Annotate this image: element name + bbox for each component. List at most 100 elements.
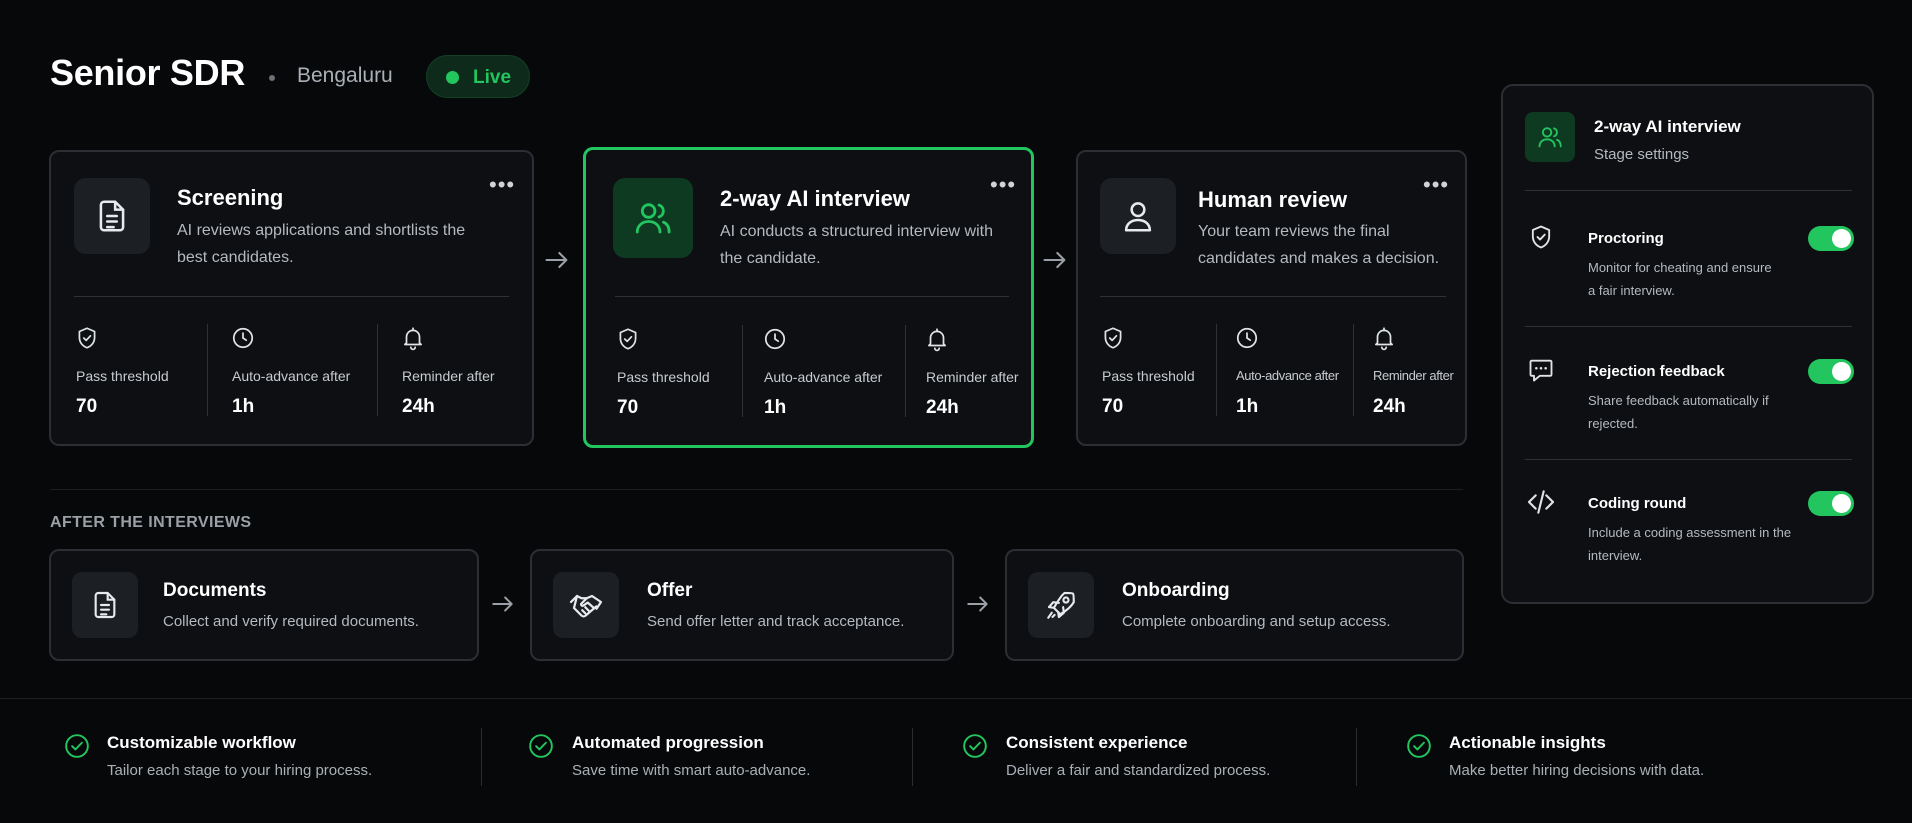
users-icon (1536, 123, 1564, 151)
toggle-knob (1832, 494, 1851, 513)
stage-more-menu-icon[interactable]: ••• (489, 174, 515, 196)
panel-icon-box (1525, 112, 1575, 162)
arrow-right-icon (543, 246, 571, 274)
stage-divider (1100, 296, 1446, 297)
stage-more-menu-icon[interactable]: ••• (990, 174, 1016, 196)
setting-title: Proctoring (1588, 230, 1664, 247)
bell-icon (924, 326, 950, 352)
metric-value: 24h (402, 396, 435, 417)
metric-value: 70 (1102, 396, 1124, 417)
metric-label: Auto-advance after (764, 369, 883, 385)
message-icon (1527, 356, 1555, 384)
document-icon (93, 197, 131, 235)
check-circle-icon (528, 733, 554, 759)
stage-divider (615, 296, 1009, 297)
check-circle-icon (962, 733, 988, 759)
bell-icon (400, 325, 426, 351)
rejection-feedback-toggle[interactable] (1808, 359, 1854, 384)
step-card-offer[interactable]: Offer Send offer letter and track accept… (530, 549, 954, 661)
stage-description: Your team reviews the final candidates a… (1198, 223, 1440, 267)
benefit-description: Make better hiring decisions with data. (1449, 762, 1705, 779)
clock-icon (762, 326, 788, 352)
coding-round-toggle[interactable] (1808, 491, 1854, 516)
step-card-documents[interactable]: Documents Collect and verify required do… (49, 549, 479, 661)
section-divider (50, 489, 1463, 490)
metric-label: Auto-advance after (1236, 368, 1339, 383)
stage-icon-box (613, 178, 693, 258)
stage-divider (74, 296, 509, 297)
metric-divider (905, 325, 906, 417)
step-title: Offer (647, 580, 693, 601)
shield-check-icon (74, 325, 100, 351)
step-icon-box (553, 572, 619, 638)
metric-value: 1h (764, 397, 787, 418)
metric-divider (742, 325, 743, 417)
metric-value: 1h (1236, 396, 1259, 417)
stage-description: AI reviews applications and shortlists t… (177, 222, 466, 266)
stage-settings-panel: 2-way AI interview Stage settings Procto… (1501, 84, 1874, 604)
stage-card-human-review[interactable]: Human review Your team reviews the final… (1076, 150, 1467, 446)
step-description: Collect and verify required documents. (163, 613, 419, 630)
document-icon (89, 589, 121, 621)
metric-divider (377, 324, 378, 416)
metric-value: 24h (926, 397, 959, 418)
toggle-knob (1832, 362, 1851, 381)
step-title: Documents (163, 580, 267, 601)
setting-title: Rejection feedback (1588, 363, 1725, 380)
stage-card-screening[interactable]: Screening AI reviews applications and sh… (49, 150, 534, 446)
code-icon (1525, 486, 1557, 518)
panel-divider (1525, 190, 1852, 191)
proctoring-toggle[interactable] (1808, 226, 1854, 251)
shield-check-icon (615, 326, 641, 352)
step-title: Onboarding (1122, 580, 1230, 601)
check-circle-icon (1406, 733, 1432, 759)
stage-card-ai-interview[interactable]: 2-way AI interview AI conducts a structu… (583, 147, 1034, 448)
title-separator-dot (269, 75, 275, 81)
clock-icon (230, 325, 256, 351)
panel-divider (1525, 459, 1852, 460)
shield-check-icon (1100, 325, 1126, 351)
panel-subtitle: Stage settings (1594, 146, 1690, 163)
benefit-divider (1356, 728, 1357, 786)
metric-value: 1h (232, 396, 255, 417)
stage-title: Human review (1198, 187, 1348, 212)
arrow-right-icon (490, 591, 516, 617)
step-description: Send offer letter and track acceptance. (647, 613, 905, 630)
step-icon-box (1028, 572, 1094, 638)
benefit-title: Consistent experience (1006, 733, 1188, 752)
benefit-description: Tailor each stage to your hiring process… (107, 762, 373, 779)
metric-value: 70 (76, 396, 98, 417)
status-badge: Live (426, 55, 530, 98)
metric-label: Reminder after (1373, 368, 1454, 383)
stage-more-menu-icon[interactable]: ••• (1423, 174, 1449, 196)
setting-description: Monitor for cheating and ensure a fair i… (1588, 260, 1772, 298)
arrow-right-icon (965, 591, 991, 617)
metric-divider (1353, 324, 1354, 416)
check-circle-icon (64, 733, 90, 759)
section-title: AFTER THE INTERVIEWS (50, 514, 252, 531)
clock-icon (1234, 325, 1260, 351)
metric-label: Pass threshold (617, 369, 710, 385)
metric-label: Auto-advance after (232, 368, 351, 384)
benefit-title: Actionable insights (1449, 733, 1606, 752)
metric-value: 70 (617, 397, 639, 418)
job-location: Bengaluru (297, 64, 393, 87)
step-description: Complete onboarding and setup access. (1122, 613, 1391, 630)
panel-divider (1525, 326, 1852, 327)
shield-check-icon (1527, 223, 1555, 251)
step-icon-box (72, 572, 138, 638)
metric-label: Pass threshold (76, 368, 169, 384)
stage-title: Screening (177, 185, 284, 210)
benefit-description: Deliver a fair and standardized process. (1006, 762, 1271, 779)
metric-label: Reminder after (926, 369, 1019, 385)
footer-divider (0, 698, 1912, 699)
benefit-title: Automated progression (572, 733, 764, 752)
toggle-knob (1832, 229, 1851, 248)
rocket-icon (1044, 588, 1078, 622)
user-icon (1119, 197, 1157, 235)
stage-icon-box (1100, 178, 1176, 254)
stage-description: AI conducts a structured interview with … (720, 223, 994, 267)
metric-label: Reminder after (402, 368, 495, 384)
step-card-onboarding[interactable]: Onboarding Complete onboarding and setup… (1005, 549, 1464, 661)
stage-title: 2-way AI interview (720, 186, 910, 211)
